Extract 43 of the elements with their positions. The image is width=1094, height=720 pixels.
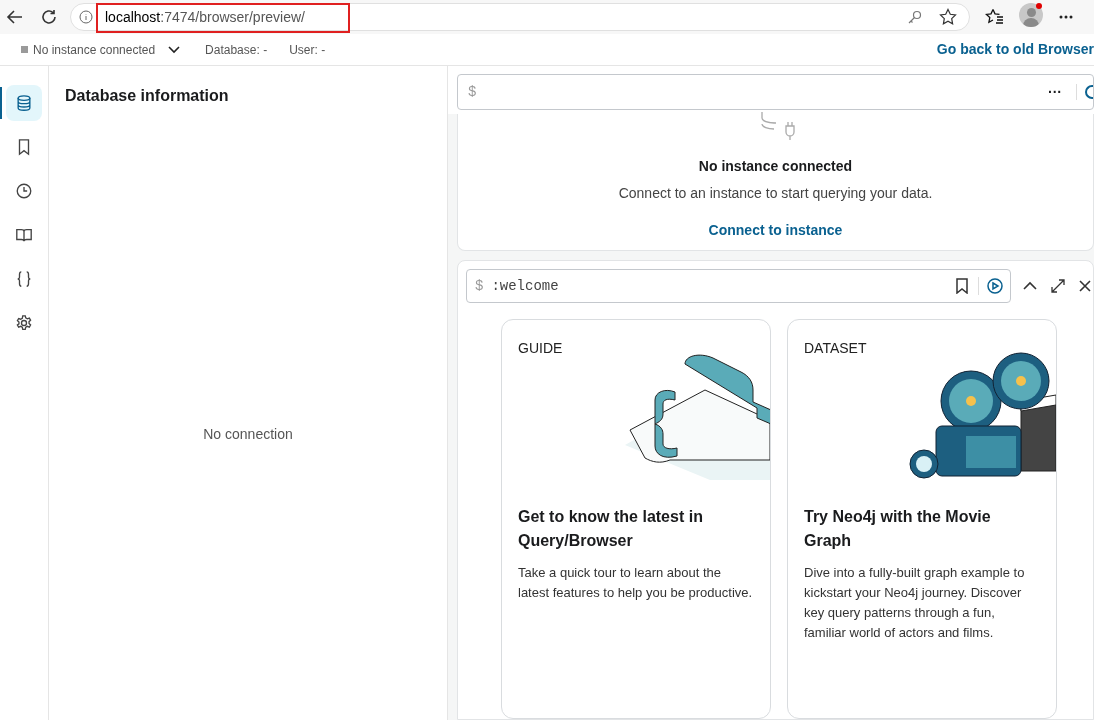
settings-icon (15, 314, 33, 332)
old-browser-link[interactable]: Go back to old Browser (936, 39, 1094, 60)
more-button[interactable]: ··· (1048, 81, 1062, 103)
card-tag: DATASET (804, 338, 1040, 359)
braces-icon (15, 270, 33, 288)
card-title: Get to know the latest in Query/Browser (518, 507, 704, 551)
more-icon[interactable] (1059, 15, 1073, 19)
connect-link[interactable]: Connect to instance (708, 220, 843, 241)
card-tag: GUIDE (518, 338, 754, 359)
book-icon (15, 226, 33, 244)
collapse-icon[interactable] (1023, 281, 1037, 291)
active-indicator (0, 87, 2, 119)
address-bar[interactable]: localhost:7474/browser/preview/ (70, 3, 970, 31)
clock-icon (15, 182, 33, 200)
connection-label: No instance connected (33, 41, 156, 59)
guide-card[interactable]: GUIDE Get to know the latest in Query/Browser Take a quick tour to learn about the latest features to help you be productive. (501, 319, 771, 719)
info-icon[interactable] (79, 10, 93, 24)
chevron-down-icon[interactable] (167, 44, 182, 55)
query-editor[interactable]: $ ··· (457, 74, 1094, 110)
empty-state-text: No connection (203, 425, 293, 444)
frame-title: No instance connected (698, 157, 853, 176)
user-label: User: - (289, 41, 326, 59)
close-icon[interactable] (1079, 280, 1091, 292)
expand-icon[interactable] (1051, 279, 1065, 293)
star-icon[interactable] (939, 8, 957, 26)
back-icon[interactable] (6, 8, 24, 26)
frame-message: Connect to an instance to start querying your data. (618, 184, 933, 203)
command-field[interactable]: $ :welcome (466, 269, 1011, 303)
profile-avatar[interactable] (1019, 3, 1043, 27)
bookmark-icon[interactable] (955, 278, 969, 294)
card-description: Take a quick tour to learn about the latest features to help you be productive. (518, 564, 754, 602)
reload-icon[interactable] (40, 8, 58, 26)
panel-title: Database information (65, 86, 230, 106)
key-icon[interactable] (907, 9, 923, 25)
database-icon (15, 94, 33, 112)
card-title: Try Neo4j with the Movie Graph (804, 507, 992, 551)
favorites-icon[interactable] (985, 8, 1005, 26)
url-text: localhost:7474/browser/preview/ (105, 7, 305, 27)
status-square (21, 46, 28, 53)
database-label: Database: - (205, 41, 268, 59)
play-icon[interactable] (987, 278, 1003, 294)
guide-card[interactable]: DATASET Try Neo4j with the Movie Graph Dive into a fully-built graph example to kickstart your Neo4j journey. Discover key query patterns through a fun, familiar world of actors and films. (787, 319, 1057, 719)
card-description: Dive into a fully-built graph example to kickstart your Neo4j journey. Discover key query patterns through a fun, familiar world of actors and films. (804, 564, 1026, 642)
